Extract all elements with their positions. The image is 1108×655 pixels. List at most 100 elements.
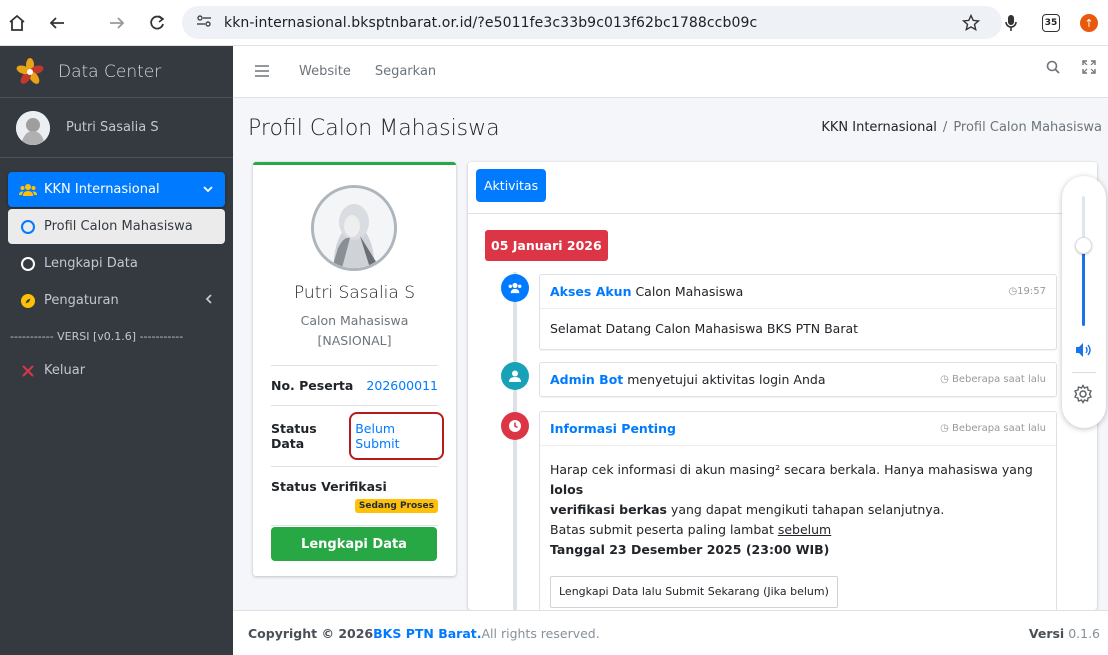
info-line: Batas submit peserta paling lambat sebel… [550,520,1046,540]
back-icon[interactable] [46,12,68,34]
top-navbar: Website Segarkan [233,46,1108,98]
akses-akun-link[interactable]: Akses Akun [550,284,631,299]
chevron-down-icon [203,183,213,196]
timeline-time: ◷ Beberapa saat lalu [940,374,1046,385]
user-name: Putri Sasalia S [66,120,159,135]
sidebar-item-label: KKN Internasional [44,182,160,197]
home-icon[interactable] [6,12,28,34]
url-text: kkn-internasional.bksptnbarat.or.id/?e50… [224,14,758,31]
timeline-item-title: Akses Akun Calon Mahasiswa [550,284,743,299]
forward-icon[interactable] [106,12,128,34]
clock-icon: ◷ [940,374,952,385]
footer-version: Versi 0.1.6 [1029,626,1100,641]
nav-link-segarkan[interactable]: Segarkan [375,64,436,79]
submit-now-button[interactable]: Lengkapi Data lalu Submit Sekarang (Jika… [550,576,838,608]
footer: Copyright © 2026 BKS PTN Barat. All righ… [233,610,1108,655]
gear-icon[interactable] [1073,384,1093,408]
info-deadline: Tanggal 23 Desember 2025 (23:00 WIB) [550,542,830,557]
timeline-item-header: Admin Bot menyetujui aktivitas login And… [540,363,1056,396]
address-bar[interactable]: kkn-internasional.bksptnbarat.or.id/?e50… [182,6,1002,39]
browser-toolbar: kkn-internasional.bksptnbarat.or.id/?e50… [0,0,1108,46]
profile-role-text: Calon Mahasiswa [300,313,409,328]
timeline-item-body: Harap cek informasi di akun masing² seca… [540,445,1056,610]
site-settings-icon[interactable] [196,14,212,32]
bookmark-star-icon[interactable] [960,12,982,34]
sidebar-item-lengkapi-data[interactable]: Lengkapi Data [8,246,225,281]
info-underline: sebelum [777,522,832,537]
profile-row-status-verifikasi: Status Verifikasi Sedang Proses [271,466,438,525]
timeline-time-text: Beberapa saat lalu [952,374,1046,385]
info-text: Harap cek informasi di akun masing² seca… [550,462,1033,477]
timeline-item-header: Informasi Penting ◷ Beberapa saat lalu [540,412,1056,445]
timeline-time-text: Beberapa saat lalu [952,423,1046,434]
microphone-icon[interactable] [1000,12,1022,34]
clock-icon: ◷ [1008,286,1018,297]
breadcrumb-link[interactable]: KKN Internasional [821,120,937,135]
informasi-penting-link[interactable]: Informasi Penting [550,421,676,436]
timeline-time: ◷ Beberapa saat lalu [940,423,1046,434]
circle-icon [18,219,38,234]
timeline-item-header: Akses Akun Calon Mahasiswa ◷19:57 [540,275,1056,308]
profile-avatar [311,185,397,271]
status-badge: Sedang Proses [354,499,438,513]
sidebar-item-profil-calon-mahasiswa[interactable]: Profil Calon Mahasiswa [8,209,225,244]
activity-card: Aktivitas 05 Januari 2026 Akses Akun Cal… [468,162,1097,610]
speaker-icon[interactable] [1075,342,1093,362]
sidebar-item-label: Keluar [44,363,86,378]
brand-logo-icon [14,56,46,88]
extension-badge-icon[interactable]: 35 [1042,14,1060,32]
menu-icon[interactable] [255,62,275,81]
volume-slider-fill [1082,245,1085,326]
users-icon [18,183,38,197]
timeline-item: Akses Akun Calon Mahasiswa ◷19:57 Selama… [539,274,1057,350]
sidebar-item-label: Profil Calon Mahasiswa [44,219,193,234]
breadcrumb-current: Profil Calon Mahasiswa [953,120,1102,135]
clock-icon: ◷ [940,423,952,434]
compass-icon [18,293,38,308]
users-icon [501,274,529,302]
status-data-value[interactable]: Belum Submit [349,412,444,460]
nav-link-website[interactable]: Website [299,64,351,79]
clock-icon [501,412,529,440]
user-panel[interactable]: Putri Sasalia S [0,98,233,158]
volume-slider-thumb[interactable] [1075,237,1092,255]
sidebar-item-kkn-internasional[interactable]: KKN Internasional [8,172,225,207]
profile-card: Putri Sasalia S Calon Mahasiswa [NASIONA… [253,162,456,576]
info-line: Tanggal 23 Desember 2025 (23:00 WIB) [550,540,1046,560]
admin-bot-link[interactable]: Admin Bot [550,372,623,387]
breadcrumb-separator: / [942,120,948,135]
footer-version-value: 0.1.6 [1064,625,1100,641]
info-bold: lolos [550,482,584,497]
timeline-item-title-rest: Calon Mahasiswa [631,284,744,299]
sidebar-item-keluar[interactable]: Keluar [8,353,225,388]
sidebar-item-pengaturan[interactable]: Pengaturan [8,283,225,318]
circle-icon [18,256,38,271]
footer-copyright: Copyright © 2026 [248,625,374,641]
footer-org-link[interactable]: BKS PTN Barat. [373,626,481,641]
lengkapi-data-button[interactable]: Lengkapi Data [271,527,437,561]
breadcrumb: KKN Internasional / Profil Calon Mahasis… [821,120,1102,135]
info-bold: verifikasi berkas [550,502,667,517]
profile-row-label: No. Peserta [271,378,354,393]
info-line: Harap cek informasi di akun masing² seca… [550,460,1046,500]
volume-control [1062,176,1106,428]
timeline-item-body: Selamat Datang Calon Mahasiswa BKS PTN B… [540,308,1056,349]
sidebar-item-label: Pengaturan [44,293,119,308]
info-text: yang dapat mengikuti tahapan selanjutnya… [666,502,945,517]
version-divider: ----------- VERSI [v0.1.6] ----------- [10,330,184,343]
profile-row-no-peserta: No. Peserta 202600011 [271,365,438,405]
info-line: verifikasi berkas yang dapat mengikuti t… [550,500,1046,520]
fullscreen-icon[interactable] [1082,60,1096,78]
no-peserta-value[interactable]: 202600011 [366,378,438,393]
reload-icon[interactable] [146,12,168,34]
profile-row-status-data: Status Data Belum Submit [271,405,444,466]
profile-row-label: Status Verifikasi [271,479,387,494]
avatar [16,110,50,145]
brand[interactable]: Data Center [0,46,233,98]
brand-text: Data Center [58,61,162,82]
profile-name: Putri Sasalia S [293,283,416,303]
tab-aktivitas[interactable]: Aktivitas [476,169,547,202]
update-icon[interactable]: ↑ [1080,14,1098,32]
page-title: Profil Calon Mahasiswa [248,116,500,141]
search-icon[interactable] [1046,60,1060,78]
